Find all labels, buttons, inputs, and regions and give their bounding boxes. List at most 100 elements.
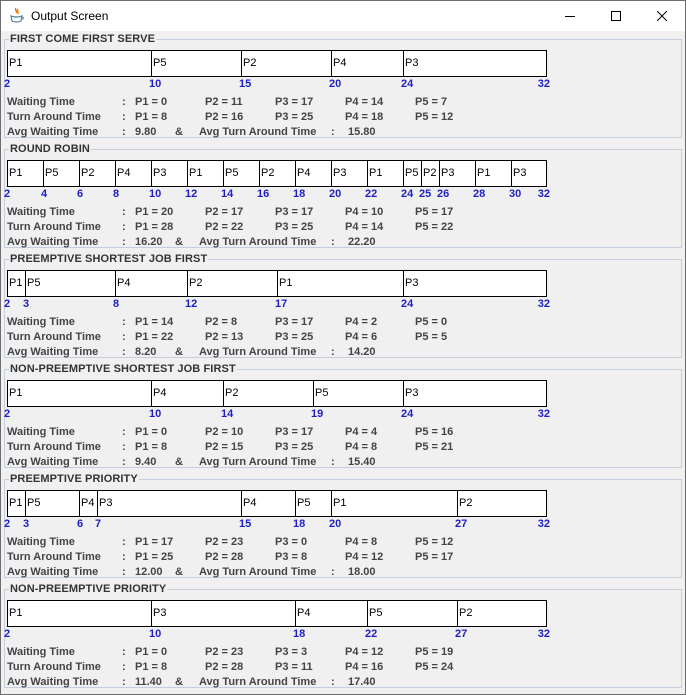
process-value: P2 = 22 [205,221,244,233]
java-app-icon [10,7,24,23]
close-button[interactable] [639,1,685,31]
gantt-process-label: P4 [117,277,131,289]
gantt-time-label: 3 [23,298,30,310]
gantt-process-label: P1 [9,167,23,179]
ampersand: & [175,456,183,468]
process-value: P1 = 0 [135,96,168,108]
gantt-segment: P3 [404,271,548,296]
gantt-process-label: P2 [261,167,275,179]
process-value: P2 = 23 [205,536,244,548]
gantt-segment: P4 [332,51,404,76]
avg-turnaround-value: 22.20 [348,236,376,248]
gantt-segment: P5 [404,161,422,186]
process-value: P5 = 16 [415,426,454,438]
panel-title: NON-PREEMPTIVE PRIORITY [9,582,168,596]
avg-turnaround-label: Avg Turn Around Time [199,456,317,468]
row-colon: : [122,126,126,138]
gantt-chart: P1 P5 P2 P4 P3 [7,50,547,77]
row-colon: : [122,661,126,673]
gantt-time-label: 12 [185,298,198,310]
gantt-chart: P1 P5 P2 P4 P3 P1 P5 P2 P4 P3 P1 P5 P2 P3 P1 P3 [7,160,547,187]
gantt-segment: P5 [44,161,80,186]
ampersand: & [175,236,183,248]
gantt-time-label: 32 [537,518,550,530]
title-bar[interactable]: Output Screen [1,1,685,31]
gantt-time-label: 14 [221,408,234,420]
gantt-process-label: P4 [81,497,95,509]
process-value: P4 = 18 [345,111,384,123]
maximize-button[interactable] [593,1,639,31]
process-value: P2 = 28 [205,661,244,673]
row-label: Waiting Time [7,646,75,658]
gantt-process-label: P2 [243,57,257,69]
gantt-segment: P4 [80,491,98,516]
avg-waiting-label: Avg Waiting Time [7,566,99,578]
gantt-process-label: P5 [27,277,41,289]
gantt-process-label: P1 [369,167,383,179]
process-value: P4 = 8 [345,536,378,548]
process-value: P1 = 28 [135,221,174,233]
process-value: P1 = 14 [135,316,174,328]
gantt-process-label: P2 [459,607,473,619]
results-area: FIRST COME FIRST SERVE P1 P5 P2 P4 P3 2 10 15 20 2… [1,32,685,694]
panel-title: PREEMPTIVE SHORTEST JOB FIRST [9,252,209,266]
process-value: P4 = 12 [345,551,384,563]
gantt-segment: P2 [80,161,116,186]
process-value: P5 = 12 [415,536,454,548]
algorithm-panel: NON-PREEMPTIVE PRIORITY P1 P3 P4 P5 P2 2 10 18 22… [4,582,682,690]
gantt-time-label: 32 [537,628,550,640]
algorithm-panel: PREEMPTIVE SHORTEST JOB FIRST P1 P5 P4 P2 P1 P… [4,252,682,360]
process-value: P3 = 0 [275,536,308,548]
algorithm-panel: FIRST COME FIRST SERVE P1 P5 P2 P4 P3 2 10 15 20 2… [4,32,682,140]
gantt-time-label: 22 [365,628,378,640]
gantt-time-label: 4 [41,188,48,200]
gantt-time-label: 2 [4,628,11,640]
gantt-segment: P1 [8,161,44,186]
ampersand: & [175,566,183,578]
gantt-time-label: 2 [4,188,11,200]
gantt-time-label: 27 [455,518,468,530]
process-value: P3 = 11 [275,661,313,673]
panel-title: NON-PREEMPTIVE SHORTEST JOB FIRST [9,362,237,376]
gantt-time-label: 26 [437,188,450,200]
algorithm-panel: NON-PREEMPTIVE SHORTEST JOB FIRST P1 P4 P2 P… [4,362,682,470]
avg-turnaround-value: 14.20 [348,346,376,358]
window-title: Output Screen [31,9,109,23]
avg-waiting-label: Avg Waiting Time [7,676,99,688]
process-value: P5 = 21 [415,441,454,453]
gantt-time-label: 24 [401,408,414,420]
gantt-time-label: 15 [239,518,252,530]
gantt-process-label: P4 [333,57,347,69]
gantt-segment: P3 [152,601,296,626]
process-value: P5 = 17 [415,206,454,218]
row-colon: : [122,551,126,563]
process-value: P3 = 17 [275,426,314,438]
avg-waiting-label: Avg Waiting Time [7,346,99,358]
algorithm-panel: ROUND ROBIN P1 P5 P2 P4 P3 P1 P5 P2 P4 P3 P1 P5 P2 P3 P… [4,142,682,250]
gantt-segment: P2 [422,161,440,186]
gantt-segment: P5 [224,161,260,186]
gantt-time-label: 32 [537,188,550,200]
minimize-button[interactable] [547,1,593,31]
gantt-time-label: 10 [149,628,162,640]
gantt-process-label: P4 [153,387,167,399]
gantt-process-label: P2 [225,387,239,399]
gantt-segment: P3 [98,491,242,516]
process-value: P4 = 8 [345,441,378,453]
gantt-time-label: 32 [537,298,550,310]
gantt-time-label: 20 [329,518,342,530]
process-value: P3 = 25 [275,331,314,343]
process-value: P5 = 17 [415,551,454,563]
gantt-time-label: 10 [149,78,162,90]
gantt-segment: P1 [476,161,512,186]
panel-title: FIRST COME FIRST SERVE [9,32,157,46]
gantt-segment: P5 [26,271,116,296]
gantt-time-label: 6 [77,518,84,530]
process-value: P4 = 6 [345,331,378,343]
row-colon: : [331,346,335,358]
row-colon: : [122,456,126,468]
gantt-time-label: 24 [401,78,414,90]
gantt-process-label: P5 [45,167,59,179]
avg-turnaround-label: Avg Turn Around Time [199,566,317,578]
algorithm-panel: PREEMPTIVE PRIORITY P1 P5 P4 P3 P4 P5 P1 P2 2 3 6 7 1… [4,472,682,580]
